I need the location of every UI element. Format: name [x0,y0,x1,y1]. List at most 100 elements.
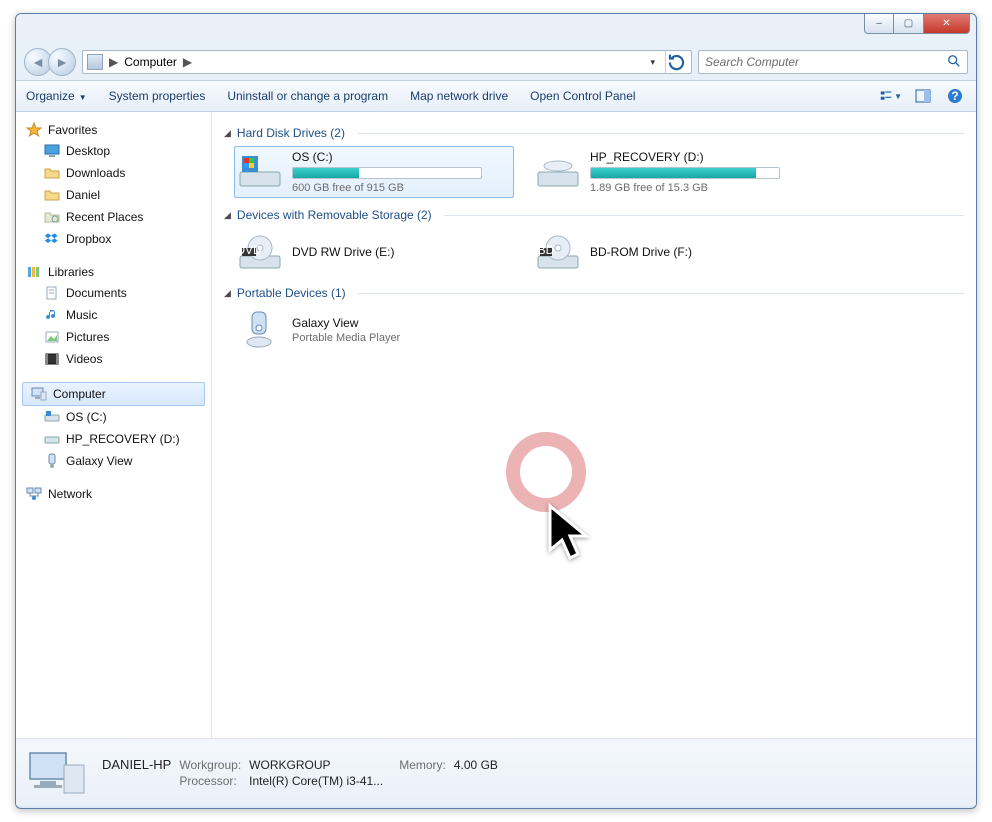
group-header-portable[interactable]: ◢ Portable Devices (1) [224,286,964,300]
computer-icon [31,386,47,402]
drive-icon [44,431,60,447]
sidebar-item-daniel[interactable]: Daniel [16,184,211,206]
collapse-icon[interactable]: ◢ [224,128,231,139]
sidebar-item-desktop[interactable]: Desktop [16,140,211,162]
sidebar-item-label: OS (C:) [66,410,107,424]
map-network-drive-button[interactable]: Map network drive [410,89,508,103]
details-processor-label: Processor: [179,774,241,788]
drive-subtitle: 1.89 GB free of 15.3 GB [590,182,808,194]
collapse-icon[interactable]: ◢ [224,288,231,299]
sidebar-item-label: Daniel [66,188,100,202]
libraries-header[interactable]: Libraries [16,262,211,282]
sidebar-item-computer[interactable]: Computer [22,382,205,406]
cursor-icon [546,502,594,565]
drive-title: Galaxy View [292,316,510,330]
sidebar-item-pictures[interactable]: Pictures [16,326,211,348]
address-dropdown-icon[interactable]: ▾ [650,57,655,68]
folder-icon [44,165,60,181]
collapse-icon[interactable]: ◢ [224,210,231,221]
close-button[interactable]: ✕ [924,14,970,34]
favorites-header[interactable]: Favorites [16,120,211,140]
hdd-icon [536,152,580,192]
group-header-removable[interactable]: ◢ Devices with Removable Storage (2) [224,208,964,222]
nav-row: ◄ ► ▶ Computer ▶ ▾ Search Computer [16,44,976,80]
drive-icon [44,409,60,425]
refresh-button[interactable] [665,51,687,73]
videos-icon [44,351,60,367]
sidebar-item-label: Music [66,308,97,322]
sidebar-item-label: Recent Places [66,210,143,224]
network-header[interactable]: Network [16,484,211,504]
pictures-icon [44,329,60,345]
media-player-icon [238,310,282,350]
details-workgroup: WORKGROUP [249,758,383,772]
sidebar-item-label: HP_RECOVERY (D:) [66,432,180,446]
view-options-button[interactable]: ▼ [880,85,902,107]
svg-text:DVD: DVD [238,243,262,257]
details-pane: DANIEL-HP Workgroup: WORKGROUP Memory: 4… [16,738,976,806]
favorites-label: Favorites [48,123,97,137]
group-header-hdd[interactable]: ◢ Hard Disk Drives (2) [224,126,964,140]
details-memory-label: Memory: [399,758,446,772]
sidebar-item-recent[interactable]: Recent Places [16,206,211,228]
group-title: Portable Devices (1) [237,286,346,300]
search-input[interactable]: Search Computer [698,50,968,74]
sidebar-item-label: Videos [66,352,102,366]
details-memory: 4.00 GB [454,758,498,772]
sidebar-item-label: Dropbox [66,232,111,246]
help-button[interactable]: ? [944,85,966,107]
group-title: Devices with Removable Storage (2) [237,208,432,222]
sidebar-item-label: Documents [66,286,127,300]
sidebar-item-dropbox[interactable]: Dropbox [16,228,211,250]
sidebar-item-os-drive[interactable]: OS (C:) [16,406,211,428]
uninstall-program-button[interactable]: Uninstall or change a program [227,89,388,103]
drive-tile-hprecovery[interactable]: HP_RECOVERY (D:) 1.89 GB free of 15.3 GB [532,146,812,198]
recent-icon [44,209,60,225]
sidebar-item-videos[interactable]: Videos [16,348,211,370]
open-control-panel-button[interactable]: Open Control Panel [530,89,635,103]
details-workgroup-label: Workgroup: [179,758,241,772]
sidebar-item-galaxy-view[interactable]: Galaxy View [16,450,211,472]
breadcrumb-sep-icon[interactable]: ▶ [183,55,192,69]
body: Favorites Desktop Downloads Daniel Recen… [16,112,976,738]
computer-icon [87,54,103,70]
star-icon [26,122,42,138]
sidebar-item-downloads[interactable]: Downloads [16,162,211,184]
drive-tile-dvd[interactable]: DVD DVD RW Drive (E:) [234,228,514,276]
divider [358,293,964,294]
drive-tile-galaxy-view[interactable]: Galaxy View Portable Media Player [234,306,514,354]
drive-subtitle: 600 GB free of 915 GB [292,182,510,194]
forward-button[interactable]: ► [48,48,76,76]
drive-tile-os[interactable]: OS (C:) 600 GB free of 915 GB [234,146,514,198]
navigation-pane: Favorites Desktop Downloads Daniel Recen… [16,112,212,738]
sidebar-item-music[interactable]: Music [16,304,211,326]
organize-menu[interactable]: Organize▼ [26,89,87,103]
desktop-icon [44,143,60,159]
group-title: Hard Disk Drives (2) [237,126,345,140]
details-processor: Intel(R) Core(TM) i3-41... [249,774,383,788]
address-bar[interactable]: ▶ Computer ▶ ▾ [82,50,692,74]
breadcrumb-location[interactable]: Computer [124,55,177,69]
highlight-ring [506,432,586,512]
drive-title: DVD RW Drive (E:) [292,245,510,259]
system-properties-button[interactable]: System properties [109,89,206,103]
sidebar-item-label: Desktop [66,144,110,158]
device-icon [44,453,60,469]
toolbar: Organize▼ System properties Uninstall or… [16,80,976,112]
drive-title: OS (C:) [292,150,510,164]
window-controls: – ▢ ✕ [864,14,970,34]
hdd-icon [238,152,282,192]
sidebar-item-hprecovery-drive[interactable]: HP_RECOVERY (D:) [16,428,211,450]
computer-large-icon [26,747,88,799]
music-icon [44,307,60,323]
search-icon[interactable] [947,54,961,71]
preview-pane-button[interactable] [912,85,934,107]
sidebar-item-documents[interactable]: Documents [16,282,211,304]
drive-tile-bd[interactable]: BD BD-ROM Drive (F:) [532,228,812,276]
divider [444,215,964,216]
minimize-button[interactable]: – [864,14,894,34]
maximize-button[interactable]: ▢ [894,14,924,34]
drive-title: HP_RECOVERY (D:) [590,150,808,164]
dvd-drive-icon: DVD [238,232,282,272]
sidebar-item-label: Galaxy View [66,454,132,468]
